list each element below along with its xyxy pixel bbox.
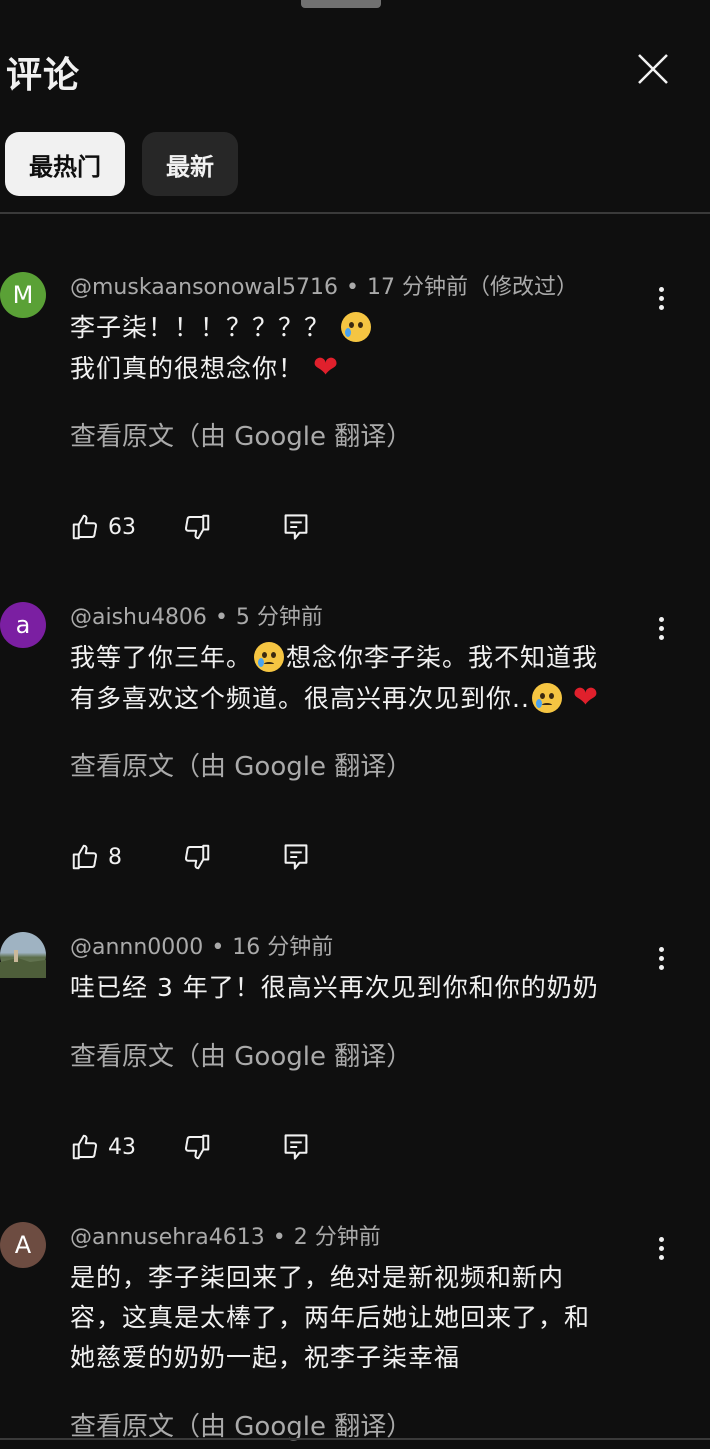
pleading-face-icon [340,312,371,342]
like-count: 63 [108,514,136,540]
avatar[interactable]: M [0,272,46,318]
tab-newest[interactable]: 最新 [142,132,238,196]
thumbs-down-icon [184,514,210,540]
more-vert-icon [658,286,664,292]
drag-handle[interactable] [301,0,381,8]
comment-actions: 43 [70,1132,330,1172]
comment-actions: 8 [70,842,330,882]
comment-line: 李子柒！！！？？？？ [70,313,331,342]
separator-dot: • [272,1225,286,1250]
separator-dot: • [214,605,228,630]
see-original-link[interactable]: 查看原文（由 Google 翻译） [70,1036,412,1073]
thumbs-down-icon [184,844,210,870]
thumbs-down-icon [184,1134,210,1160]
comment-meta: @annusehra4613 • 2 分钟前 [70,1222,381,1254]
separator-dot: • [211,935,225,960]
reply-button[interactable] [282,512,310,546]
comment-time: 16 分钟前 [232,935,334,960]
like-button[interactable]: 8 [70,842,122,872]
avatar[interactable]: a [0,602,46,648]
comment-time: 2 分钟前 [293,1225,381,1250]
reply-icon [284,1134,308,1160]
divider [0,212,710,214]
see-original-link[interactable]: 查看原文（由 Google 翻译） [70,746,412,783]
close-icon [638,54,668,84]
heart-icon: ❤ [572,680,599,715]
avatar[interactable] [0,932,46,978]
comment-author[interactable]: @annn0000 [70,935,203,960]
bottom-divider [0,1438,710,1440]
comment-text: 哇已经 3 年了！很高兴再次见到你和你的奶奶 [70,968,670,1008]
comment-meta: @annn0000 • 16 分钟前 [70,932,333,964]
reply-button[interactable] [282,1132,310,1166]
comment-author[interactable]: @aishu4806 [70,605,207,630]
more-vert-icon [658,616,664,622]
avatar[interactable]: A [0,1222,46,1268]
reply-icon [284,514,308,540]
comment-line: 哇已经 3 年了！很高兴再次见到你和你的奶奶 [70,973,599,1002]
like-count: 43 [108,1134,136,1160]
comment-meta: @aishu4806 • 5 分钟前 [70,602,323,634]
comment-author[interactable]: @annusehra4613 [70,1225,265,1250]
thumbs-up-icon [72,514,98,540]
comment-line: 容，这真是太棒了，两年后她让她回来了，和 [70,1303,591,1332]
comment-line: 我等了你三年。 [70,643,253,672]
heart-icon: ❤ [312,350,340,385]
dislike-button[interactable] [182,1132,212,1166]
panel-title: 评论 [6,55,81,96]
comment-time: 17 分钟前（修改过） [366,275,578,300]
dislike-button[interactable] [182,842,212,876]
comment-line: 想念你李子柒。我不知道我 [286,643,599,672]
comment-line: 有多喜欢这个频道。很高兴再次见到你.. [70,684,530,713]
comment-time: 5 分钟前 [235,605,323,630]
thumbs-up-icon [72,844,98,870]
more-vert-icon [658,946,664,952]
more-vert-icon [658,1236,664,1242]
comment-actions: 63 [70,512,330,552]
like-button[interactable]: 63 [70,512,136,542]
comment-text: 我等了你三年。 想念你李子柒。我不知道我 有多喜欢这个频道。很高兴再次见到你.. … [70,638,670,719]
comment-text: 李子柒！！！？？？？ 我们真的很想念你！ ❤ [70,308,660,389]
comment-meta: @muskaansonowal5716 • 17 分钟前（修改过） [70,272,578,304]
crying-face-icon [254,642,285,672]
reply-icon [284,844,308,870]
comment-line: 她慈爱的奶奶一起，祝李子柒幸福 [70,1343,461,1372]
tab-top[interactable]: 最热门 [5,132,125,196]
see-original-link[interactable]: 查看原文（由 Google 翻译） [70,416,412,453]
comment-line: 我们真的很想念你！ [70,354,305,383]
separator-dot: • [346,275,359,300]
sort-tabs: 最热门 最新 [5,132,238,196]
comment-text: 是的，李子柒回来了，绝对是新视频和新内 容，这真是太棒了，两年后她让她回来了，和… [70,1258,670,1378]
like-button[interactable]: 43 [70,1132,136,1162]
close-button[interactable] [630,46,676,92]
dislike-button[interactable] [182,512,212,546]
like-count: 8 [108,844,122,870]
thumbs-up-icon [72,1134,98,1160]
comment-line: 是的，李子柒回来了，绝对是新视频和新内 [70,1263,565,1292]
comment-author[interactable]: @muskaansonowal5716 [70,275,338,300]
landscape-avatar-icon [0,950,46,978]
reply-button[interactable] [282,842,310,876]
crying-face-icon [531,683,562,713]
